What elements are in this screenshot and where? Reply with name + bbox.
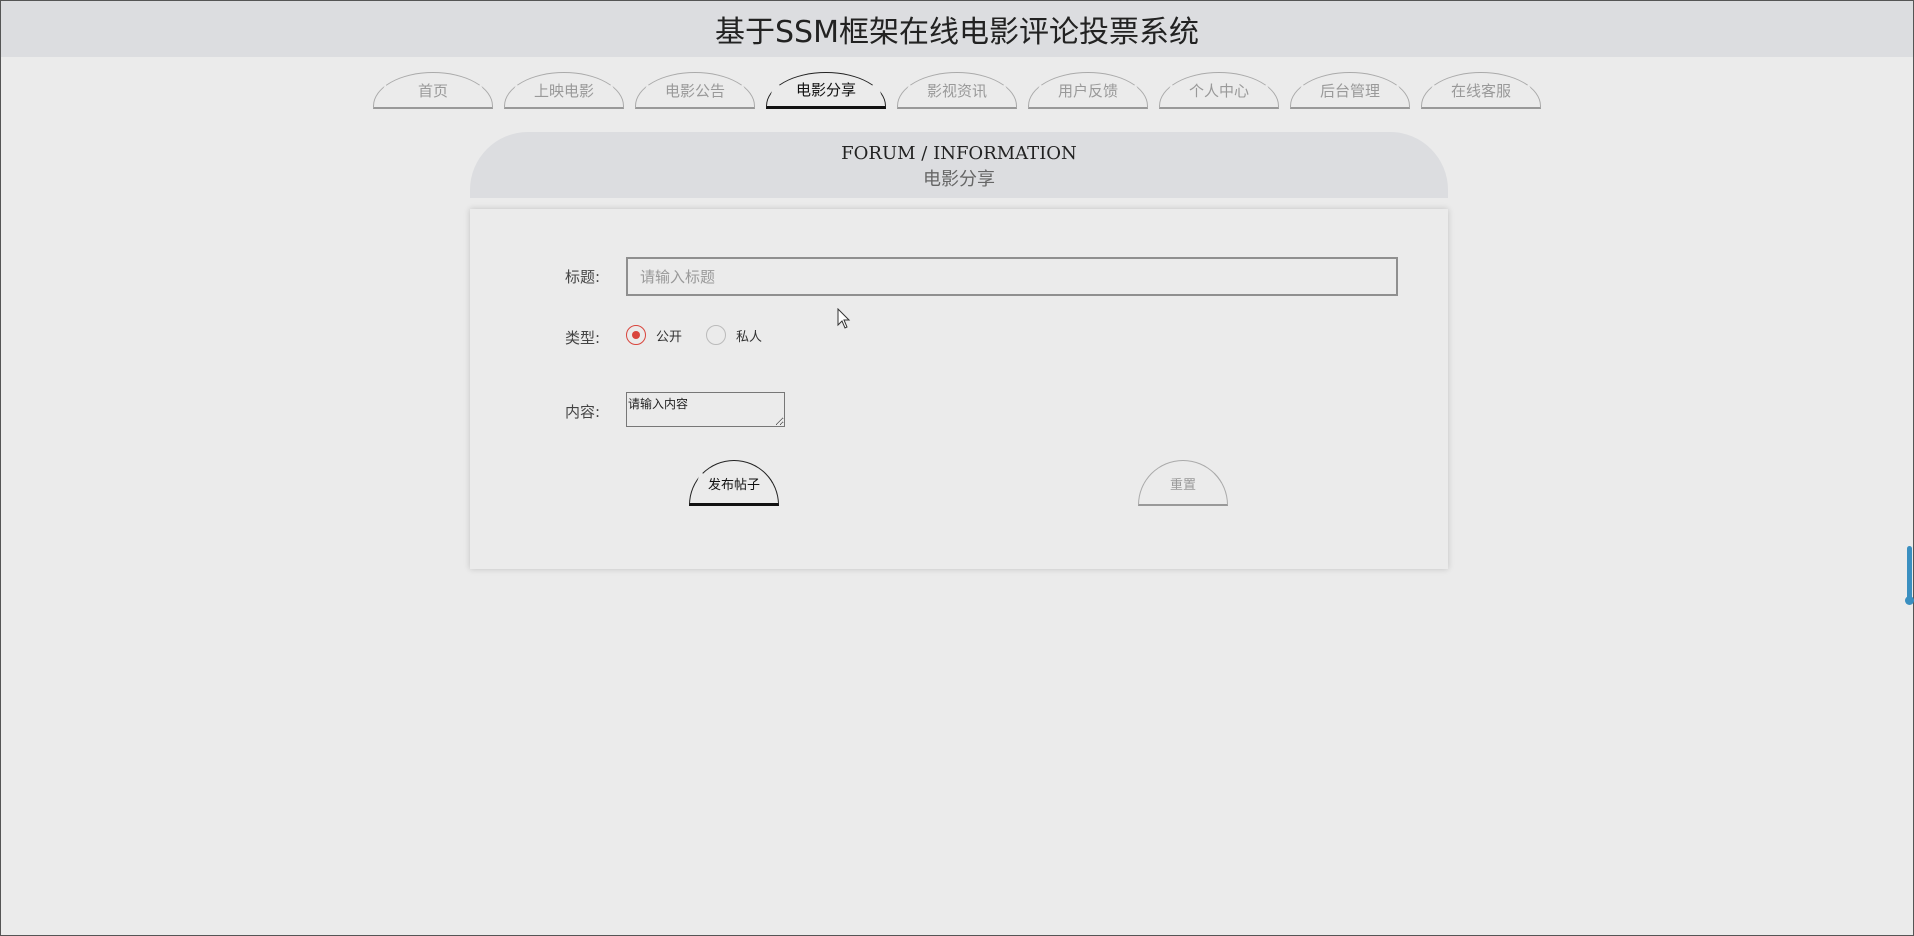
section-title-en: FORUM / INFORMATION (841, 143, 1077, 164)
nav-item-film-news[interactable]: 影视资讯 (897, 72, 1017, 109)
submit-post-button[interactable]: 发布帖子 (689, 460, 779, 506)
reset-button[interactable]: 重置 (1138, 460, 1228, 506)
post-form-card: 标题: 类型: 公开 私人 内容: 发布帖子 重置 (470, 209, 1448, 569)
type-radio-group: 公开 私人 (626, 325, 786, 345)
nav-item-movie-sharing[interactable]: 电影分享 (766, 72, 886, 109)
main-nav: 首页 上映电影 电影公告 电影分享 影视资讯 用户反馈 个人中心 后台管理 在线… (373, 72, 1552, 109)
page: 基于SSM框架在线电影评论投票系统 首页 上映电影 电影公告 电影分享 影视资讯… (0, 0, 1914, 936)
mouse-cursor-icon (837, 308, 851, 329)
section-header: FORUM / INFORMATION 电影分享 (470, 132, 1448, 198)
site-title: 基于SSM框架在线电影评论投票系统 (715, 15, 1199, 50)
title-input[interactable] (626, 257, 1398, 296)
nav-item-showing-movies[interactable]: 上映电影 (504, 72, 624, 109)
radio-private-label: 私人 (736, 329, 763, 345)
radio-public[interactable]: 公开 (626, 325, 682, 345)
radio-public-circle[interactable] (626, 325, 646, 345)
radio-private[interactable]: 私人 (706, 325, 762, 345)
nav-item-user-feedback[interactable]: 用户反馈 (1028, 72, 1148, 109)
scroll-handle[interactable] (1905, 546, 1914, 605)
nav-item-home[interactable]: 首页 (373, 72, 493, 109)
nav-item-movie-notices[interactable]: 电影公告 (635, 72, 755, 109)
content-textarea[interactable] (626, 392, 785, 427)
radio-private-circle[interactable] (706, 325, 727, 345)
nav-item-online-service[interactable]: 在线客服 (1421, 72, 1541, 109)
site-header: 基于SSM框架在线电影评论投票系统 (1, 1, 1913, 57)
radio-public-label: 公开 (656, 329, 683, 345)
nav-item-admin[interactable]: 后台管理 (1290, 72, 1410, 109)
section-title-cn: 电影分享 (923, 169, 995, 190)
nav-item-personal-center[interactable]: 个人中心 (1159, 72, 1279, 109)
